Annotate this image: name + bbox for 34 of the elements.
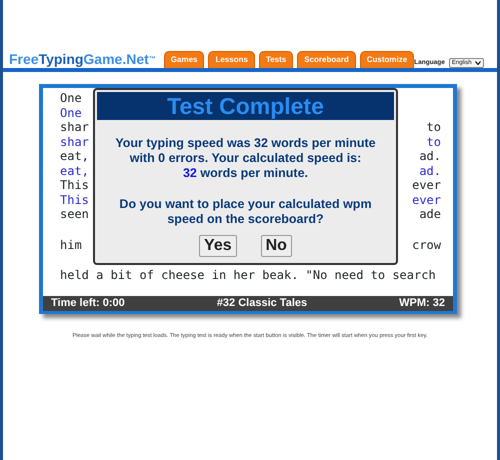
source-text: ever — [412, 178, 441, 192]
typed-text: ad. — [419, 164, 441, 178]
nav-tab[interactable]: Tests — [258, 51, 294, 68]
source-text: ade — [419, 207, 441, 222]
source-text: crow — [412, 238, 441, 252]
nav-tab[interactable]: Lessons — [208, 51, 255, 68]
typed-text: One — [60, 106, 82, 120]
dialog-button[interactable]: Yes — [199, 235, 237, 257]
typed-text: eat, — [60, 164, 89, 178]
source-text: ad. — [419, 149, 441, 164]
nav-tab[interactable]: Games — [164, 51, 204, 68]
source-text: him — [60, 238, 82, 252]
caret-icon — [474, 61, 481, 65]
typed-text: This — [60, 192, 89, 207]
test-title: #32 Classic Tales — [216, 297, 308, 310]
source-text: One — [60, 91, 82, 106]
dialog-button[interactable]: No — [260, 235, 292, 257]
source-text: eat, — [60, 149, 89, 164]
nav-tab[interactable]: Customize — [360, 51, 414, 68]
site-logo[interactable]: FreeTypingGame.Net$^{™}$ — [9, 50, 156, 68]
source-text: seen — [60, 207, 89, 222]
nav-tab[interactable]: Scoreboard — [297, 51, 356, 68]
source-text: shar — [60, 120, 89, 134]
dialog-title: Test Complete — [97, 92, 394, 120]
source-text: to — [426, 120, 441, 134]
typed-text: ever — [412, 192, 441, 207]
scoreboard-question: Do you want to place your calculated wpm speed on the scoreboard? — [118, 197, 373, 227]
wpm-counter: WPM: 32 — [399, 297, 445, 310]
source-text: held a bit of cheese in her beak. "No need to search — [60, 268, 436, 282]
result-message: Your typing speed was 32 words per minute with 0 errors. Your calculated speed is: 32 words per minute. — [114, 136, 377, 181]
typed-text: shar — [60, 134, 89, 149]
source-text: This — [60, 178, 89, 192]
typed-text: to — [426, 134, 441, 149]
time-left: Time left: 0:00 — [51, 297, 125, 310]
